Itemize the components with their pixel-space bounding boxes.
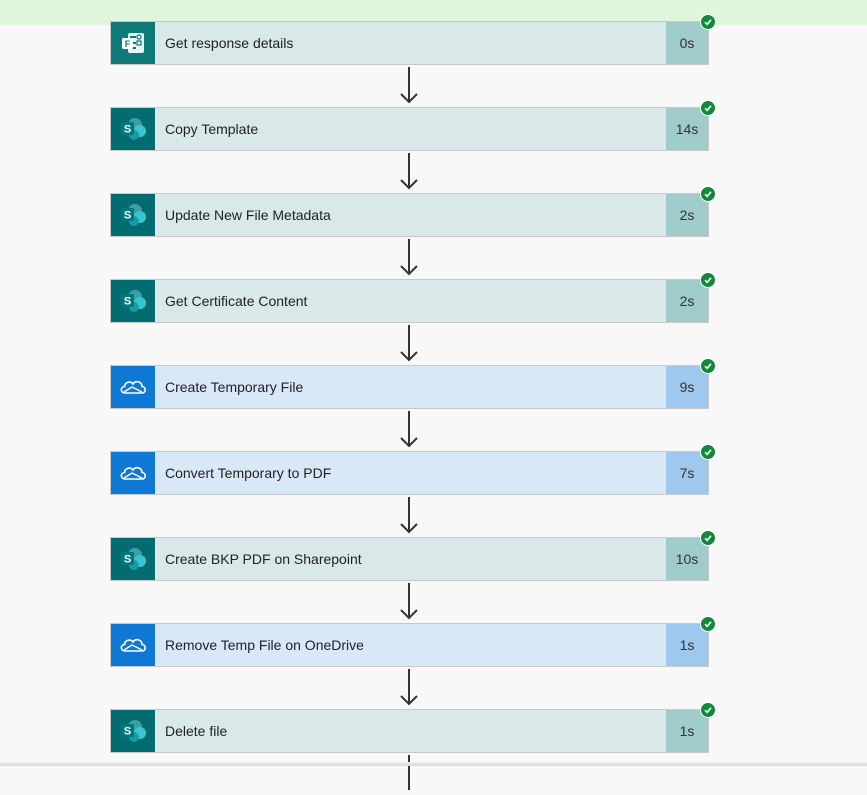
step-title: Convert Temporary to PDF (165, 465, 332, 481)
step-update-new-file-metadata[interactable]: S Update New File Metadata 2s (110, 186, 716, 237)
success-check-icon (700, 444, 716, 460)
flow-connector (110, 151, 709, 193)
step-get-response-details[interactable]: F Get response details 0s (110, 14, 716, 65)
arrow-down-icon (400, 153, 418, 190)
step-convert-temporary-to-pdf[interactable]: Convert Temporary to PDF 7s (110, 444, 716, 495)
flow-run-steps: F Get response details 0s S Copy Templat… (110, 14, 716, 795)
step-create-bkp-pdf-on-sharepoint[interactable]: S Create BKP PDF on Sharepoint 10s (110, 530, 716, 581)
step-copy-template[interactable]: S Copy Template 14s (110, 100, 716, 151)
step-title: Delete file (165, 723, 228, 739)
step-duration: 2s (666, 194, 708, 236)
svg-text:S: S (124, 726, 131, 738)
success-check-icon (700, 100, 716, 116)
step-delete-file[interactable]: S Delete file 1s (110, 702, 716, 753)
flow-connector (110, 237, 709, 279)
arrow-down-icon (408, 755, 410, 790)
svg-text:F: F (125, 39, 131, 49)
flow-connector (110, 581, 709, 623)
step-duration: 2s (666, 280, 708, 322)
forms-icon: F (111, 22, 155, 64)
svg-text:S: S (124, 124, 131, 136)
sharepoint-icon: S (111, 194, 155, 236)
step-duration: 14s (666, 108, 708, 150)
success-check-icon (700, 14, 716, 30)
step-duration: 10s (666, 538, 708, 580)
success-check-icon (700, 530, 716, 546)
onedrive-icon (111, 452, 155, 494)
svg-text:S: S (124, 554, 131, 566)
onedrive-icon (111, 366, 155, 408)
success-check-icon (700, 186, 716, 202)
arrow-down-icon (400, 239, 418, 276)
flow-connector (110, 409, 709, 451)
sharepoint-icon: S (111, 710, 155, 752)
success-check-icon (700, 616, 716, 632)
arrow-down-icon (400, 411, 418, 448)
step-create-temporary-file[interactable]: Create Temporary File 9s (110, 358, 716, 409)
flow-connector (110, 495, 709, 537)
step-title: Copy Template (165, 121, 259, 137)
arrow-down-icon (400, 669, 418, 706)
flow-connector (110, 667, 709, 709)
svg-text:S: S (124, 296, 131, 308)
sharepoint-icon: S (111, 538, 155, 580)
svg-text:S: S (124, 210, 131, 222)
success-check-icon (700, 702, 716, 718)
step-title: Get Certificate Content (165, 293, 308, 309)
step-duration: 0s (666, 22, 708, 64)
step-duration: 1s (666, 710, 708, 752)
arrow-down-icon (400, 67, 418, 104)
step-title: Create Temporary File (165, 379, 304, 395)
step-title: Get response details (165, 35, 294, 51)
sharepoint-icon: S (111, 280, 155, 322)
step-duration: 7s (666, 452, 708, 494)
flow-connector (110, 753, 709, 795)
step-remove-temp-file-on-onedrive[interactable]: Remove Temp File on OneDrive 1s (110, 616, 716, 667)
onedrive-icon (111, 624, 155, 666)
step-title: Remove Temp File on OneDrive (165, 637, 364, 653)
arrow-down-icon (400, 325, 418, 362)
step-title: Create BKP PDF on Sharepoint (165, 551, 362, 567)
flow-connector (110, 323, 709, 365)
success-check-icon (700, 358, 716, 374)
step-get-certificate-content[interactable]: S Get Certificate Content 2s (110, 272, 716, 323)
flow-connector (110, 65, 709, 107)
arrow-down-icon (400, 497, 418, 534)
step-title: Update New File Metadata (165, 207, 331, 223)
arrow-down-icon (400, 583, 418, 620)
sharepoint-icon: S (111, 108, 155, 150)
horizontal-scrollbar-edge (0, 762, 867, 766)
step-duration: 9s (666, 366, 708, 408)
step-duration: 1s (666, 624, 708, 666)
success-check-icon (700, 272, 716, 288)
